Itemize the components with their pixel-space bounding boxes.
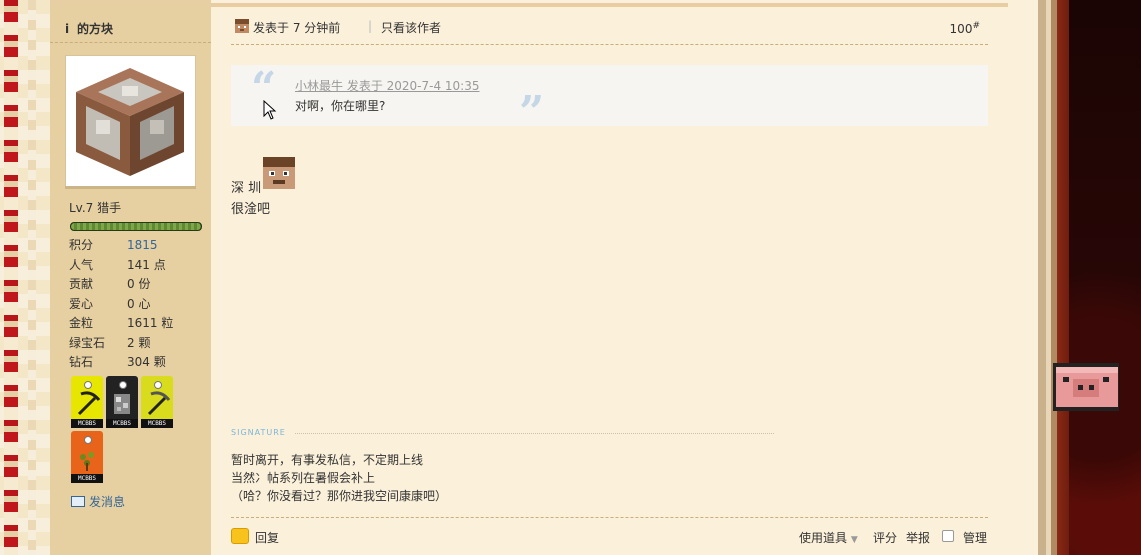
stat-value: 141 点 — [127, 257, 166, 272]
medal-badge[interactable]: MCBBS — [106, 376, 138, 428]
chevron-down-icon: ▼ — [850, 535, 858, 545]
quote-author-link[interactable]: 小林最牛 发表于 2020-7-4 10:35 — [295, 77, 480, 94]
stat-value: 304 颗 — [127, 355, 166, 369]
floor-number-value: 100 — [949, 22, 973, 36]
use-tools-menu[interactable]: 使用道具 ▼ — [799, 529, 858, 546]
send-message-link[interactable]: 发消息 — [71, 493, 125, 510]
rate-button[interactable]: 评分 — [873, 529, 897, 546]
sapling-icon — [80, 452, 94, 471]
stat-label: 绿宝石 — [69, 335, 106, 350]
stat-row: 积分 1815 — [69, 236, 209, 256]
post-body-line: 很淦吧 — [231, 202, 271, 217]
stat-value: 0 心 — [127, 296, 151, 311]
avatar[interactable] — [65, 55, 196, 187]
post-time: 发表于 7 分钟前 — [253, 21, 341, 35]
post-top-border — [211, 3, 1008, 7]
stat-row: 爱心 0 心 — [69, 295, 209, 315]
signature-line: 暂时离开，有事发私信，不定期上线 — [231, 453, 424, 467]
stat-label: 贡献 — [69, 277, 94, 291]
author-sidebar: ⅰ 的方块 Lv.7 猎手 积分 1815 人气 141 点 贡献 0 份 爱心 0 心… — [50, 0, 211, 555]
stat-label: 钻石 — [69, 355, 94, 369]
frame-wood — [1057, 0, 1069, 555]
mouse-cursor-icon — [263, 100, 277, 120]
stat-value[interactable]: 1815 — [127, 236, 158, 256]
stat-value: 0 份 — [127, 277, 151, 291]
right-decorative-frame — [1008, 0, 1141, 555]
medal-label: MCBBS — [71, 419, 103, 428]
use-tools-label: 使用道具 — [799, 531, 848, 545]
medal-badge[interactable]: MCBBS — [71, 431, 103, 483]
stat-value: 2 颗 — [127, 335, 151, 350]
signature-dotted-line — [295, 433, 774, 434]
send-message-label: 发消息 — [89, 495, 126, 509]
stat-row: 绿宝石 2 颗 — [69, 334, 209, 354]
stat-label: 人气 — [69, 257, 94, 272]
signature-label: SIGNATURE — [231, 428, 286, 437]
reply-button[interactable]: 回复 — [255, 529, 279, 546]
floor-number[interactable]: 100# — [950, 21, 980, 36]
medal-badge[interactable]: MCBBS — [71, 376, 103, 428]
user-stats: 积分 1815 人气 141 点 贡献 0 份 爱心 0 心 金粒 1611 粒 绿宝石 2… — [69, 236, 209, 373]
post-footer: 回复 使用道具 ▼ 评分 举报 管理 — [231, 517, 988, 554]
author-header: ⅰ 的方块 — [50, 12, 211, 43]
only-author-link[interactable]: 只看该作者 — [381, 19, 441, 36]
ore-icon — [114, 394, 130, 414]
left-rail — [4, 0, 18, 555]
manage-label[interactable]: 管理 — [963, 529, 987, 546]
command-block-icon — [76, 68, 184, 176]
sidebar-top-line — [50, 0, 211, 5]
pickaxe-icon — [147, 391, 171, 416]
stat-label: 爱心 — [69, 296, 94, 311]
level-progress-fill — [71, 223, 201, 230]
floor-suffix: # — [972, 21, 980, 31]
nether-background — [1069, 0, 1141, 555]
quote-block: “ 小林最牛 发表于 2020-7-4 10:35 对啊，你在哪里? ” — [231, 65, 988, 135]
steve-emoji-icon — [263, 157, 295, 189]
stat-row: 贡献 0 份 — [69, 275, 209, 295]
report-button[interactable]: 举报 — [906, 529, 930, 546]
mail-icon — [71, 496, 85, 507]
pig-icon[interactable] — [1053, 363, 1123, 411]
user-level: Lv.7 猎手 — [69, 201, 122, 215]
post-header: 发表于 7 分钟前 | 只看该作者 100# — [231, 17, 988, 45]
left-decorative-border — [0, 0, 50, 555]
online-indicator-icon: ⅰ — [65, 22, 70, 36]
medal-label: MCBBS — [106, 419, 138, 428]
medal-badge[interactable]: MCBBS — [141, 376, 173, 428]
reply-icon[interactable] — [231, 528, 249, 544]
signature-line: 当然冫帖系列在暑假会补上 — [231, 471, 376, 485]
level-progress-bar — [70, 222, 202, 231]
manage-checkbox[interactable] — [942, 530, 954, 542]
separator: | — [368, 19, 373, 33]
close-quote-icon: ” — [519, 87, 545, 138]
quote-text: 对啊，你在哪里? — [295, 99, 386, 113]
pickaxe-icon — [77, 391, 101, 416]
signature-divider: SIGNATURE — [231, 428, 774, 437]
stat-value: 1611 粒 — [127, 316, 174, 330]
stat-row: 钻石 304 颗 — [69, 353, 209, 373]
avatar-shadow — [65, 186, 196, 189]
signature: 暂时离开，有事发私信，不定期上线 当然冫帖系列在暑假会补上 （哈？你没看过？那你… — [231, 451, 447, 505]
stat-label: 积分 — [69, 238, 94, 252]
post-body-line: 深 圳 — [231, 181, 262, 196]
stat-label: 金粒 — [69, 316, 94, 330]
stat-row: 人气 141 点 — [69, 256, 209, 276]
signature-line: （哈？你没看过？那你进我空间康康吧） — [231, 489, 448, 503]
frame-strip — [1038, 0, 1046, 555]
left-rail-inner — [28, 0, 36, 555]
medal-label: MCBBS — [71, 474, 103, 483]
medal-label: MCBBS — [141, 419, 173, 428]
steve-face-icon — [235, 19, 249, 33]
stat-row: 金粒 1611 粒 — [69, 314, 209, 334]
author-name[interactable]: 的方块 — [77, 20, 113, 37]
